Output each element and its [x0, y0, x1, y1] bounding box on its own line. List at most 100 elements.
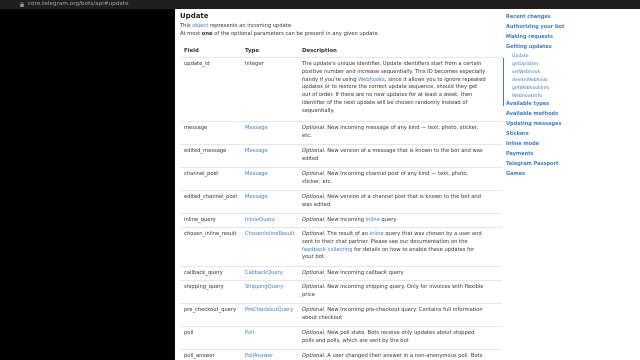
- desc-text: New incoming: [325, 217, 366, 223]
- type-link[interactable]: Message: [245, 171, 268, 177]
- table-row: update_id Integer The update's unique id…: [180, 57, 502, 122]
- desc-text: handy if you're using: [302, 76, 359, 83]
- browser-address-bar[interactable]: core.telegram.org/bots/api#update: [0, 0, 640, 9]
- desc-line: your bot.: [302, 254, 326, 261]
- type-link[interactable]: Message: [245, 148, 268, 154]
- inline-link[interactable]: inline: [370, 231, 384, 237]
- desc-line: updates or to restore the correct update…: [302, 84, 478, 91]
- field-description: Optional. New incoming inline query: [298, 213, 502, 228]
- table-row: channel_post Message Optional. New incom…: [180, 167, 502, 191]
- type-link[interactable]: CallbackQuery: [245, 270, 283, 276]
- intro-text: of the optional parameters can be presen…: [212, 31, 380, 37]
- optional-label: Optional.: [302, 284, 326, 290]
- webhooks-link[interactable]: Webhooks: [358, 77, 385, 83]
- table-row: callback_query CallbackQuery Optional. N…: [180, 266, 502, 281]
- optional-label: Optional.: [302, 171, 326, 177]
- optional-label: Optional.: [302, 217, 326, 223]
- field-description: Optional. New incoming message of any ki…: [298, 121, 502, 145]
- table-row: edited_channel_post Message Optional. Ne…: [180, 190, 502, 214]
- type-link[interactable]: Message: [245, 125, 268, 131]
- field-name: poll: [180, 326, 241, 350]
- table-header-row: Field Type Description: [180, 44, 502, 58]
- desc-line: Optional. New incoming callback query: [302, 270, 500, 278]
- table-row: shipping_query ShippingQuery Optional. N…: [180, 280, 502, 304]
- docs-page: Update This object represents an incomin…: [175, 9, 640, 360]
- sidebar-item-getting-updates[interactable]: Getting updates: [506, 44, 552, 50]
- intro-text: At most: [180, 31, 202, 37]
- desc-text: for details on how to enable these updat…: [352, 246, 475, 253]
- table-row: poll_answer PollAnswer Optional. A user …: [180, 349, 502, 360]
- field-description: Optional. A user changed their answer in…: [298, 349, 502, 360]
- desc-line: Optional. The result of an inline query …: [302, 231, 500, 239]
- field-name: chosen_inline_result: [180, 227, 241, 267]
- table-row: chosen_inline_result ChosenInlineResult …: [180, 227, 502, 267]
- field-name: edited_channel_post: [180, 190, 241, 214]
- sidebar-subitem-update[interactable]: Update: [512, 54, 529, 59]
- sidebar-item-payments[interactable]: Payments: [506, 151, 534, 157]
- optional-label: Optional.: [302, 125, 326, 131]
- type-link[interactable]: PreCheckoutQuery: [245, 307, 293, 313]
- type-link[interactable]: InlineQuery: [245, 217, 275, 223]
- update-fields-table: Field Type Description update_id Integer…: [180, 44, 502, 360]
- desc-line: Optional. New incoming message of any ki…: [302, 125, 500, 133]
- sidebar-subitem-webhookinfo[interactable]: WebhookInfo: [512, 94, 542, 99]
- desc-line: polls and polls, which are sent by the b…: [302, 337, 409, 344]
- sidebar-subitem-deletewebhook[interactable]: deleteWebhook: [512, 78, 548, 83]
- intro-text: represents an incoming update.: [208, 23, 293, 29]
- field-name: poll_answer: [180, 349, 241, 360]
- field-description: Optional. New poll state. Bots receive o…: [298, 326, 502, 350]
- desc-text: New version of a message that is known t…: [325, 148, 483, 154]
- feedback-collecting-link[interactable]: feedback collecting: [302, 247, 353, 253]
- sidebar-item-games[interactable]: Games: [506, 171, 525, 177]
- optional-label: Optional.: [302, 194, 326, 200]
- type-link[interactable]: Poll: [245, 330, 254, 336]
- desc-text: New incoming message of any kind — text,…: [325, 125, 479, 131]
- optional-label: Optional.: [302, 148, 326, 154]
- sidebar-subitem-setwebhook[interactable]: setWebhook: [512, 70, 540, 75]
- url-text[interactable]: core.telegram.org/bots/api#update: [28, 0, 129, 9]
- intro-bold: one: [201, 31, 213, 37]
- field-description: Optional. New incoming channel post of a…: [298, 167, 502, 191]
- sidebar-item-making-requests[interactable]: Making requests: [506, 34, 553, 40]
- sidebar-item-updating-messages[interactable]: Updating messages: [506, 121, 561, 127]
- table-row: poll Poll Optional. New poll state. Bots…: [180, 326, 502, 350]
- field-description: Optional. New incoming pre-checkout quer…: [298, 303, 502, 327]
- sidebar-subitem-getupdates[interactable]: getUpdates: [512, 62, 539, 67]
- type-link[interactable]: PollAnswer: [245, 353, 273, 359]
- sidebar-subitem-getwebhookinfo[interactable]: getWebhookInfo: [512, 86, 549, 91]
- desc-text: The result of an: [325, 231, 370, 237]
- lock-icon: [20, 2, 24, 7]
- desc-line: sticker, etc.: [302, 178, 333, 185]
- field-description: Optional. New version of a message that …: [298, 144, 502, 168]
- sidebar-item-available-types[interactable]: Available types: [506, 101, 549, 107]
- optional-label: Optional.: [302, 231, 326, 237]
- desc-line: The update's unique identifier. Update i…: [302, 61, 482, 67]
- desc-line: price: [302, 291, 315, 298]
- intro-line-2: At most one of the optional parameters c…: [180, 31, 379, 37]
- desc-text: New incoming callback query: [325, 270, 404, 276]
- desc-text: New incoming channel post of any kind — …: [325, 171, 469, 177]
- desc-text: A user changed their answer in a non-ano…: [325, 353, 483, 359]
- desc-line: Optional. New poll state. Bots receive o…: [302, 330, 500, 338]
- desc-line: feedback collecting for details on how t…: [302, 247, 500, 255]
- sidebar-item-recent-changes[interactable]: Recent changes: [506, 14, 551, 20]
- inline-link[interactable]: inline: [366, 217, 380, 223]
- sidebar-item-stickers[interactable]: Stickers: [506, 131, 529, 137]
- active-section-indicator: [503, 58, 504, 106]
- table-row: inline_query InlineQuery Optional. New i…: [180, 213, 502, 228]
- desc-text: New incoming pre-checkout query. Contain…: [325, 307, 483, 313]
- type-link[interactable]: ShippingQuery: [245, 284, 283, 290]
- desc-line: out of order. If there are no new update…: [302, 92, 473, 99]
- desc-line: Optional. New incoming shipping query. O…: [302, 284, 500, 292]
- field-name: pre_checkout_query: [180, 303, 241, 327]
- header-field: Field: [184, 47, 199, 54]
- sidebar-item-telegram-passport[interactable]: Telegram Passport: [506, 161, 558, 167]
- object-link[interactable]: object: [192, 23, 208, 29]
- sidebar-item-inline-mode[interactable]: Inline mode: [506, 141, 539, 147]
- sidebar-item-authorizing[interactable]: Authorizing your bot: [506, 24, 564, 30]
- field-description: Optional. New version of a channel post …: [298, 190, 502, 214]
- sidebar-item-available-methods[interactable]: Available methods: [506, 111, 558, 117]
- type-link[interactable]: ChosenInlineResult: [245, 231, 294, 237]
- type-link[interactable]: Message: [245, 194, 268, 200]
- table-row: pre_checkout_query PreCheckoutQuery Opti…: [180, 303, 502, 327]
